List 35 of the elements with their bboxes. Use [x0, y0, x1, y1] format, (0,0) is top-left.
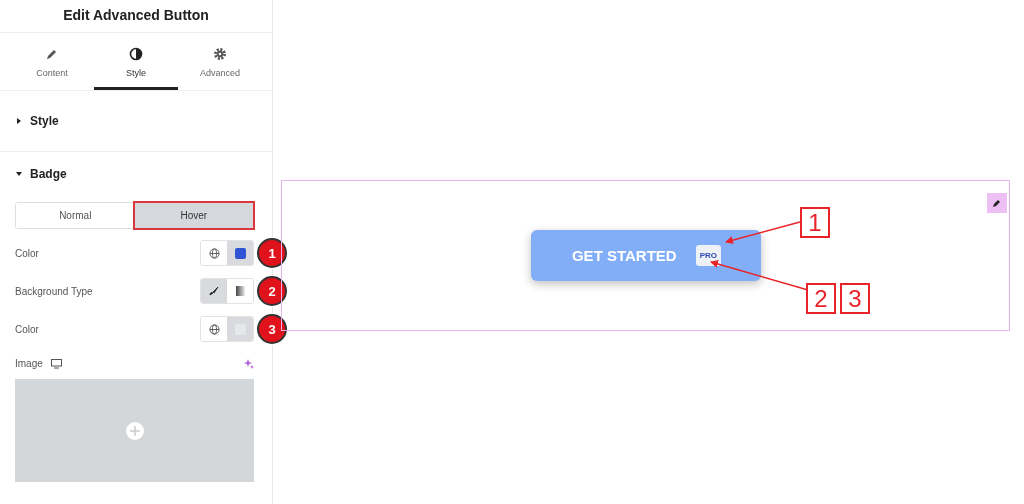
sparkle-icon[interactable]: [244, 358, 254, 369]
monitor-icon: [50, 358, 62, 369]
brush-icon: [209, 286, 219, 296]
callout-number: 1: [257, 238, 287, 268]
add-icon: [125, 421, 144, 440]
control-label: Color: [15, 247, 39, 259]
callout-number: 2: [806, 283, 836, 314]
panel-tab[interactable]: Advanced: [178, 33, 262, 90]
gradient-icon: [235, 286, 245, 296]
globe-icon: [208, 323, 220, 335]
pencil-icon: [45, 47, 59, 61]
edit-button[interactable]: [987, 193, 1007, 213]
contrast-icon: [129, 47, 143, 61]
get-started-button[interactable]: GET STARTED PRO: [530, 230, 761, 281]
section-title: Style: [30, 114, 59, 128]
callout-number: 1: [800, 207, 830, 238]
panel-tab[interactable]: Content: [10, 33, 94, 90]
section-title: Badge: [30, 167, 67, 181]
pencil-icon: [992, 198, 1002, 208]
control-label: Background Type: [15, 285, 93, 297]
globe-icon: [208, 247, 220, 259]
callout-number: 3: [257, 314, 287, 344]
callout-number: 2: [257, 276, 287, 306]
control-label: Image: [15, 358, 43, 369]
color-swatch-button[interactable]: [227, 317, 253, 341]
section-header[interactable]: Style: [0, 91, 272, 151]
color-swatch-button[interactable]: [227, 241, 253, 265]
callout-number: 3: [840, 283, 870, 314]
section-header[interactable]: Badge: [0, 152, 272, 196]
settings-icon: [213, 47, 227, 61]
panel-tab[interactable]: Style: [94, 33, 178, 90]
panel-title: Edit Advanced Button: [0, 0, 272, 33]
control-label: Color: [15, 323, 39, 335]
state-tab[interactable]: Hover: [134, 203, 253, 228]
pro-badge: PRO: [695, 245, 722, 266]
